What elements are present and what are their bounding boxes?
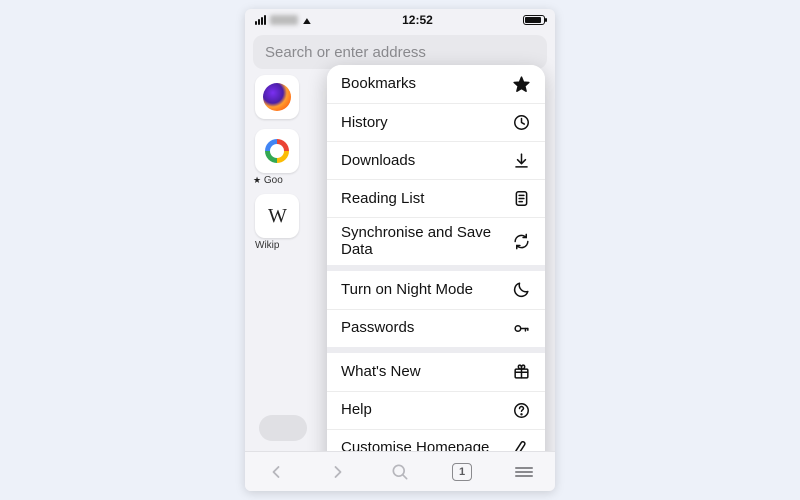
menu-item-night[interactable]: Turn on Night Mode bbox=[327, 271, 545, 309]
search-icon bbox=[390, 462, 410, 482]
status-time: 12:52 bbox=[402, 13, 433, 27]
main-menu-popup: Bookmarks History Downloads Reading List Syn… bbox=[327, 65, 545, 491]
menu-item-label: Bookmarks bbox=[341, 69, 416, 98]
menu-item-label: Downloads bbox=[341, 146, 415, 175]
google-icon bbox=[265, 139, 289, 163]
shortcut-wikipedia[interactable]: W bbox=[255, 194, 299, 238]
wikipedia-icon: W bbox=[268, 205, 286, 228]
reader-icon bbox=[509, 189, 531, 208]
shortcut-label-google: Goo bbox=[264, 175, 283, 186]
gift-icon bbox=[509, 362, 531, 381]
forward-button[interactable] bbox=[323, 457, 353, 487]
address-placeholder: Search or enter address bbox=[265, 44, 426, 61]
menu-item-history[interactable]: History bbox=[327, 103, 545, 141]
homepage-widget-pill bbox=[259, 415, 307, 441]
pin-star-icon: ★ bbox=[253, 175, 261, 185]
address-bar[interactable]: Search or enter address bbox=[253, 35, 547, 69]
menu-item-label: Turn on Night Mode bbox=[341, 275, 473, 304]
firefox-icon bbox=[263, 83, 291, 111]
tab-count-badge: 1 bbox=[452, 463, 472, 481]
menu-item-label: Passwords bbox=[341, 313, 414, 342]
menu-item-label: History bbox=[341, 108, 388, 137]
shortcut-google[interactable] bbox=[255, 129, 299, 173]
key-icon bbox=[509, 319, 531, 338]
menu-item-label: Synchronise and Save Data bbox=[341, 218, 511, 265]
sync-icon bbox=[511, 232, 531, 251]
bottom-toolbar: 1 bbox=[245, 451, 555, 491]
menu-item-whatsnew[interactable]: What's New bbox=[327, 353, 545, 391]
shortcut-label-wikipedia: Wikip bbox=[255, 240, 325, 251]
menu-item-help[interactable]: Help bbox=[327, 391, 545, 429]
menu-item-reading[interactable]: Reading List bbox=[327, 179, 545, 217]
menu-item-downloads[interactable]: Downloads bbox=[327, 141, 545, 179]
carrier-name-blurred bbox=[270, 15, 298, 25]
menu-item-bookmarks[interactable]: Bookmarks bbox=[327, 65, 545, 103]
wifi-icon bbox=[302, 13, 312, 27]
moon-icon bbox=[509, 280, 531, 299]
signal-icon bbox=[255, 15, 266, 25]
tabs-button[interactable]: 1 bbox=[447, 457, 477, 487]
homepage-shortcuts: ★ Goo W Wikip bbox=[255, 75, 325, 259]
search-button[interactable] bbox=[385, 457, 415, 487]
menu-item-passwords[interactable]: Passwords bbox=[327, 309, 545, 347]
back-button[interactable] bbox=[261, 457, 291, 487]
hamburger-icon bbox=[515, 465, 533, 479]
help-icon bbox=[509, 401, 531, 420]
menu-item-label: Help bbox=[341, 395, 372, 424]
menu-item-label: What's New bbox=[341, 357, 421, 386]
clock-icon bbox=[509, 113, 531, 132]
menu-item-sync[interactable]: Synchronise and Save Data bbox=[327, 217, 545, 265]
forward-icon bbox=[328, 462, 348, 482]
shortcut-firefox[interactable] bbox=[255, 75, 299, 119]
menu-item-label: Reading List bbox=[341, 184, 424, 213]
back-icon bbox=[266, 462, 286, 482]
star-icon bbox=[509, 75, 531, 94]
status-bar: 12:52 bbox=[245, 9, 555, 31]
battery-icon bbox=[523, 15, 545, 25]
download-icon bbox=[509, 151, 531, 170]
menu-button[interactable] bbox=[509, 457, 539, 487]
phone-frame: 12:52 Search or enter address ★ Goo W Wi… bbox=[245, 9, 555, 491]
